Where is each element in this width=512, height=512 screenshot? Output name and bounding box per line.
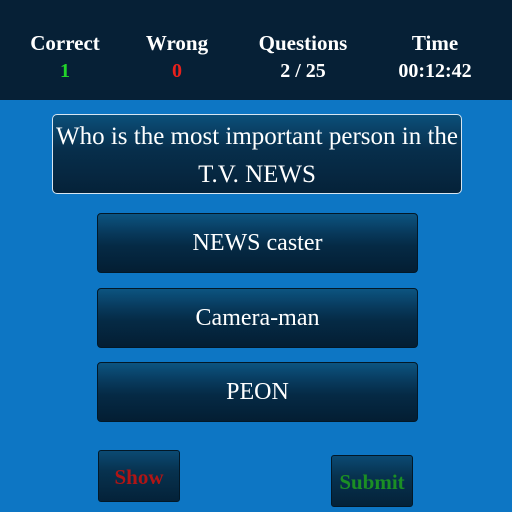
wrong-label: Wrong — [145, 31, 209, 55]
correct-stat: Correct 1 — [20, 30, 110, 84]
questions-progress: 2 / 25 — [280, 60, 326, 82]
wrong-stat: Wrong 0 — [132, 30, 222, 84]
time-elapsed: 00:12:42 — [398, 60, 472, 82]
wrong-count: 0 — [172, 60, 182, 82]
questions-label: Questions — [258, 31, 348, 55]
submit-button[interactable]: Submit — [331, 455, 413, 507]
show-button[interactable]: Show — [98, 450, 180, 502]
questions-stat: Questions 2 / 25 — [243, 30, 363, 84]
answer-option-3[interactable]: PEON — [97, 362, 418, 422]
answer-option-2[interactable]: Camera-man — [97, 288, 418, 348]
time-label: Time — [411, 31, 459, 55]
answer-option-1[interactable]: NEWS caster — [97, 213, 418, 273]
correct-label: Correct — [30, 31, 100, 55]
time-stat: Time 00:12:42 — [384, 30, 486, 84]
correct-count: 1 — [60, 60, 70, 82]
question-text: Who is the most important person in the … — [52, 114, 462, 194]
score-bar: Correct 1 Wrong 0 Questions 2 / 25 Time … — [0, 0, 512, 100]
